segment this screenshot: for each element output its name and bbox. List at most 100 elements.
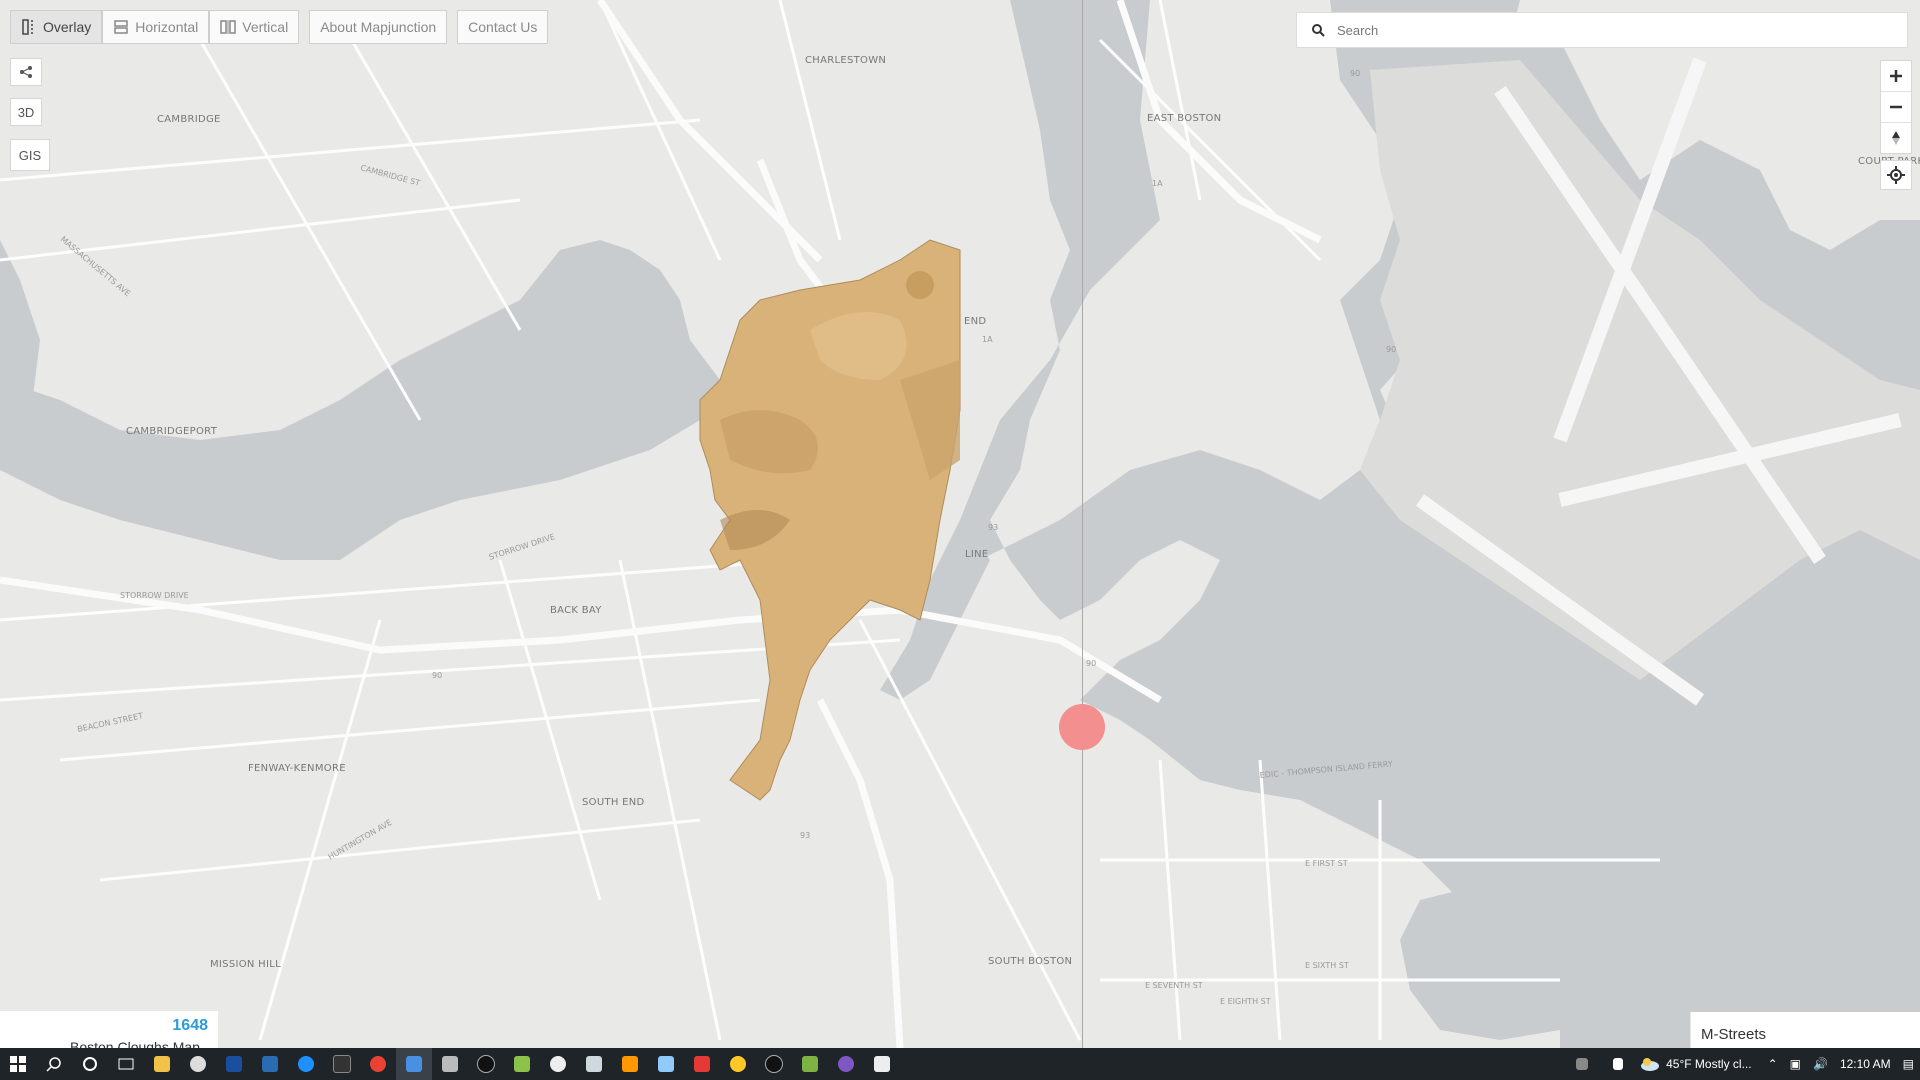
app-12[interactable] <box>540 1048 576 1080</box>
app-4[interactable] <box>252 1048 288 1080</box>
tray-icon-2[interactable] <box>1600 1048 1636 1080</box>
map-name: Boston Cloughs Map <box>70 1039 200 1048</box>
vertical-label: Vertical <box>242 19 289 35</box>
route-90a: 90 <box>1350 69 1360 78</box>
about-button[interactable]: About Mapjunction <box>309 10 448 44</box>
basemap-selector[interactable]: M-Streets <box>1690 1012 1920 1048</box>
vr-icon <box>226 1056 242 1072</box>
overlay-label: Overlay <box>43 19 92 35</box>
contact-button[interactable]: Contact Us <box>457 10 549 44</box>
locate-icon <box>1887 166 1905 184</box>
label-cambridgeport: CAMBRIDGEPORT <box>126 426 218 437</box>
swipe-handle[interactable] <box>1059 704 1105 750</box>
app-icon <box>838 1056 854 1072</box>
route-90b: 90 <box>1386 345 1396 354</box>
geolocate-button[interactable] <box>1880 160 1912 190</box>
app-explorer[interactable] <box>144 1048 180 1080</box>
app-icon <box>730 1056 746 1072</box>
app-17[interactable] <box>720 1048 756 1080</box>
app-icon <box>442 1056 458 1072</box>
app-5[interactable] <box>288 1048 324 1080</box>
label-cambridge: CAMBRIDGE <box>157 114 221 125</box>
app-14[interactable] <box>612 1048 648 1080</box>
volume-icon[interactable]: 🔊 <box>1813 1057 1828 1071</box>
app-18[interactable] <box>756 1048 792 1080</box>
app-icon <box>298 1056 314 1072</box>
app-15[interactable] <box>648 1048 684 1080</box>
plus-icon <box>1890 70 1902 82</box>
zoom-out-button[interactable] <box>1881 92 1911 123</box>
maps-icon <box>550 1056 566 1072</box>
taskbar-search-button[interactable] <box>36 1048 72 1080</box>
map-canvas[interactable]: CHARLESTOWN EAST BOSTON CAMBRIDGE CAMBRI… <box>0 0 1920 1048</box>
route-90c: 90 <box>432 671 442 680</box>
basemap-label: M-Streets <box>1701 1026 1767 1043</box>
chevron-up-icon[interactable]: ⌃ <box>1768 1057 1778 1071</box>
three-d-button[interactable]: 3D <box>10 98 42 126</box>
app-icon <box>874 1056 890 1072</box>
weather-widget[interactable]: 45°F Mostly cl... <box>1636 1048 1761 1080</box>
blender-icon <box>622 1056 638 1072</box>
label-east-boston: EAST BOSTON <box>1147 113 1221 124</box>
vertical-button[interactable]: Vertical <box>209 10 300 44</box>
unreal-icon <box>765 1055 783 1073</box>
app-21[interactable] <box>864 1048 900 1080</box>
map-year: 1648 <box>172 1017 208 1034</box>
app-icon <box>190 1056 206 1072</box>
zoom-in-button[interactable] <box>1881 61 1911 92</box>
task-view-button[interactable] <box>108 1048 144 1080</box>
search-input[interactable] <box>1335 21 1879 39</box>
app-chrome[interactable] <box>360 1048 396 1080</box>
label-line: LINE <box>965 549 989 560</box>
reset-bearing-button[interactable] <box>1881 123 1911 153</box>
app-6[interactable] <box>324 1048 360 1080</box>
route-1a-2: 1A <box>1152 179 1163 188</box>
folder-icon <box>154 1056 170 1072</box>
app-10[interactable] <box>468 1048 504 1080</box>
clock[interactable]: 12:10 AM <box>1840 1057 1891 1071</box>
start-button[interactable] <box>0 1048 36 1080</box>
route-93a: 93 <box>988 523 998 532</box>
app-icon <box>1576 1058 1589 1070</box>
swipe-divider[interactable] <box>1082 0 1083 1048</box>
chrome-icon <box>370 1056 386 1072</box>
overlay-icon <box>22 19 33 35</box>
search-box <box>1296 12 1908 48</box>
road-label-storrow-2: STORROW DRIVE <box>120 591 189 600</box>
horizontal-icon <box>114 20 128 34</box>
road-label-e-first: E FIRST ST <box>1305 859 1348 868</box>
windows-icon <box>10 1056 26 1072</box>
route-90d: 90 <box>1086 659 1096 668</box>
gis-button[interactable]: GIS <box>10 139 50 171</box>
road-label-e-eighth: E EIGHTH ST <box>1220 997 1271 1006</box>
search-icon <box>1312 24 1325 37</box>
share-button[interactable] <box>10 58 42 86</box>
label-end: END <box>964 316 986 327</box>
app-icon <box>802 1056 818 1072</box>
app-8[interactable] <box>396 1048 432 1080</box>
app-2[interactable] <box>180 1048 216 1080</box>
app-9[interactable] <box>432 1048 468 1080</box>
app-20[interactable] <box>828 1048 864 1080</box>
app-16[interactable] <box>684 1048 720 1080</box>
contact-label: Contact Us <box>468 19 538 35</box>
label-south-end: SOUTH END <box>582 797 645 808</box>
minus-icon <box>1890 105 1902 109</box>
weather-text: 45°F Mostly cl... <box>1666 1057 1752 1071</box>
overlay-button[interactable]: Overlay <box>10 10 103 44</box>
app-13[interactable] <box>576 1048 612 1080</box>
app-icon <box>694 1056 710 1072</box>
app-11[interactable] <box>504 1048 540 1080</box>
notification-icon[interactable]: ▤ <box>1903 1057 1914 1071</box>
cortana-icon <box>83 1057 97 1071</box>
route-93b: 93 <box>800 831 810 840</box>
app-icon <box>586 1056 602 1072</box>
app-19[interactable] <box>792 1048 828 1080</box>
app-icon <box>514 1056 530 1072</box>
tray-icon-1[interactable] <box>1564 1048 1600 1080</box>
map-info-box[interactable]: 1648 Boston Cloughs Map <box>0 1011 218 1048</box>
network-icon[interactable]: ▣ <box>1790 1057 1801 1071</box>
horizontal-button[interactable]: Horizontal <box>102 10 210 44</box>
app-3[interactable] <box>216 1048 252 1080</box>
cortana-button[interactable] <box>72 1048 108 1080</box>
